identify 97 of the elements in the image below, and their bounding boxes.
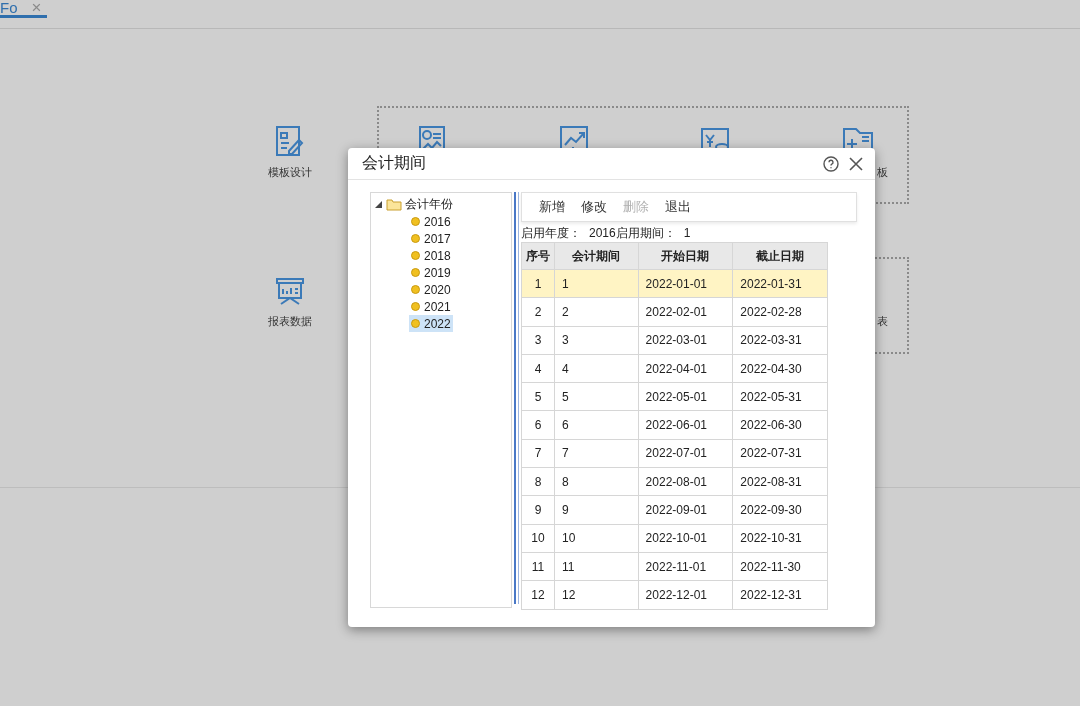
table-cell: 2022-07-01 <box>638 439 733 468</box>
table-row[interactable]: 7 7 2022-07-01 2022-07-31 <box>521 439 828 468</box>
table-cell: 3 <box>554 326 639 355</box>
table-cell: 12 <box>554 580 639 610</box>
table-row[interactable]: 2 2 2022-02-01 2022-02-28 <box>521 297 828 327</box>
table-cell: 6 <box>554 411 639 440</box>
table-cell: 2022-04-01 <box>638 354 733 383</box>
table-cell: 7 <box>554 439 639 468</box>
app-label: 模板设计 <box>268 165 312 180</box>
table-row[interactable]: 12 12 2022-12-01 2022-12-31 <box>521 580 828 610</box>
table-row[interactable]: 11 11 2022-11-01 2022-11-30 <box>521 552 828 581</box>
folder-icon <box>386 198 402 211</box>
info-value: 1 <box>683 226 691 240</box>
table-row[interactable]: 9 9 2022-09-01 2022-09-30 <box>521 495 828 525</box>
table-row[interactable]: 10 10 2022-10-01 2022-10-31 <box>521 524 828 553</box>
table-cell: 6 <box>521 411 555 440</box>
table-row[interactable]: 3 3 2022-03-01 2022-03-31 <box>521 326 828 355</box>
tree-item[interactable]: 2021 <box>409 298 453 315</box>
app-label: 板 <box>877 165 888 180</box>
tree-item[interactable]: 2022 <box>409 315 453 332</box>
form-pen-icon[interactable] <box>275 125 305 157</box>
dot-icon <box>411 285 420 294</box>
app-label: 表 <box>877 314 888 329</box>
table-cell: 2022-12-31 <box>732 580 828 610</box>
tree-node[interactable]: 会计年份 <box>375 196 511 213</box>
table-cell: 2022-03-31 <box>732 326 828 355</box>
tree-item[interactable]: 2020 <box>409 281 453 298</box>
toolbar-button[interactable]: 退出 <box>660 196 696 218</box>
table-cell: 2022-05-01 <box>638 382 733 411</box>
info-label: 启用期间： <box>615 224 676 242</box>
table-cell: 2022-08-31 <box>732 467 828 496</box>
table-row[interactable]: 6 6 2022-06-01 2022-06-30 <box>521 411 828 440</box>
table-cell: 8 <box>521 467 555 496</box>
table-cell: 4 <box>521 354 555 383</box>
table-cell: 2022-02-01 <box>638 297 733 327</box>
dot-icon <box>411 217 420 226</box>
table-cell: 5 <box>521 382 555 411</box>
table-cell: 2022-03-01 <box>638 326 733 355</box>
table-cell: 2022-09-01 <box>638 495 733 525</box>
table-cell: 2022-05-31 <box>732 382 828 411</box>
table-cell: 2022-10-01 <box>638 524 733 553</box>
table-cell: 2 <box>554 297 639 327</box>
table-cell: 11 <box>521 552 555 581</box>
table-cell: 2 <box>521 297 555 327</box>
column-header: 截止日期 <box>732 242 828 270</box>
table-cell: 1 <box>554 269 639 298</box>
info-label: 启用年度： <box>521 224 581 242</box>
dot-icon <box>411 268 420 277</box>
table-cell: 2022-01-01 <box>638 269 733 298</box>
app-label: 报表数据 <box>268 314 312 329</box>
column-header: 会计期间 <box>554 242 639 270</box>
table-cell: 2022-01-31 <box>732 269 828 298</box>
table-cell: 2022-11-30 <box>732 552 828 581</box>
dot-icon <box>411 251 420 260</box>
table-cell: 2022-07-31 <box>732 439 828 468</box>
table-cell: 3 <box>521 326 555 355</box>
table-cell: 1 <box>521 269 555 298</box>
tree-item[interactable]: 2017 <box>409 230 453 247</box>
tree-item[interactable]: 2016 <box>409 213 453 230</box>
table-cell: 2022-10-31 <box>732 524 828 553</box>
table-row[interactable]: 8 8 2022-08-01 2022-08-31 <box>521 467 828 496</box>
table-cell: 2022-09-30 <box>732 495 828 525</box>
table-cell: 2022-02-28 <box>732 297 828 327</box>
help-icon[interactable] <box>823 155 839 172</box>
table-row[interactable]: 4 4 2022-04-01 2022-04-30 <box>521 354 828 383</box>
info-value: 2016 <box>589 226 616 240</box>
dot-icon <box>411 234 420 243</box>
table-row[interactable]: 1 1 2022-01-01 2022-01-31 <box>521 269 828 298</box>
table-cell: 2022-08-01 <box>638 467 733 496</box>
dialog-title: 会计期间 <box>362 153 427 173</box>
caret-icon[interactable] <box>375 201 383 208</box>
table-cell: 10 <box>521 524 555 553</box>
table-cell: 12 <box>521 580 555 610</box>
table-cell: 2022-04-30 <box>732 354 828 383</box>
close-icon[interactable] <box>849 156 863 171</box>
toolbar-button[interactable]: 新增 <box>534 196 570 218</box>
table-cell: 2022-06-01 <box>638 411 733 440</box>
tree-item[interactable]: 2019 <box>409 264 453 281</box>
table-cell: 11 <box>554 552 639 581</box>
table-cell: 7 <box>521 439 555 468</box>
table-cell: 2022-12-01 <box>638 580 733 610</box>
table-row[interactable]: 5 5 2022-05-01 2022-05-31 <box>521 382 828 411</box>
table-cell: 2022-11-01 <box>638 552 733 581</box>
presentation-board-icon[interactable] <box>275 276 305 306</box>
dot-icon <box>411 319 420 328</box>
table-cell: 10 <box>554 524 639 553</box>
table-cell: 5 <box>554 382 639 411</box>
toolbar-button[interactable]: 修改 <box>576 196 612 218</box>
column-header: 序号 <box>521 242 555 270</box>
table-cell: 2022-06-30 <box>732 411 828 440</box>
table-cell: 9 <box>554 495 639 525</box>
column-header: 开始日期 <box>638 242 733 270</box>
table-cell: 8 <box>554 467 639 496</box>
table-cell: 9 <box>521 495 555 525</box>
table-cell: 4 <box>554 354 639 383</box>
tree-item[interactable]: 2018 <box>409 247 453 264</box>
dot-icon <box>411 302 420 311</box>
